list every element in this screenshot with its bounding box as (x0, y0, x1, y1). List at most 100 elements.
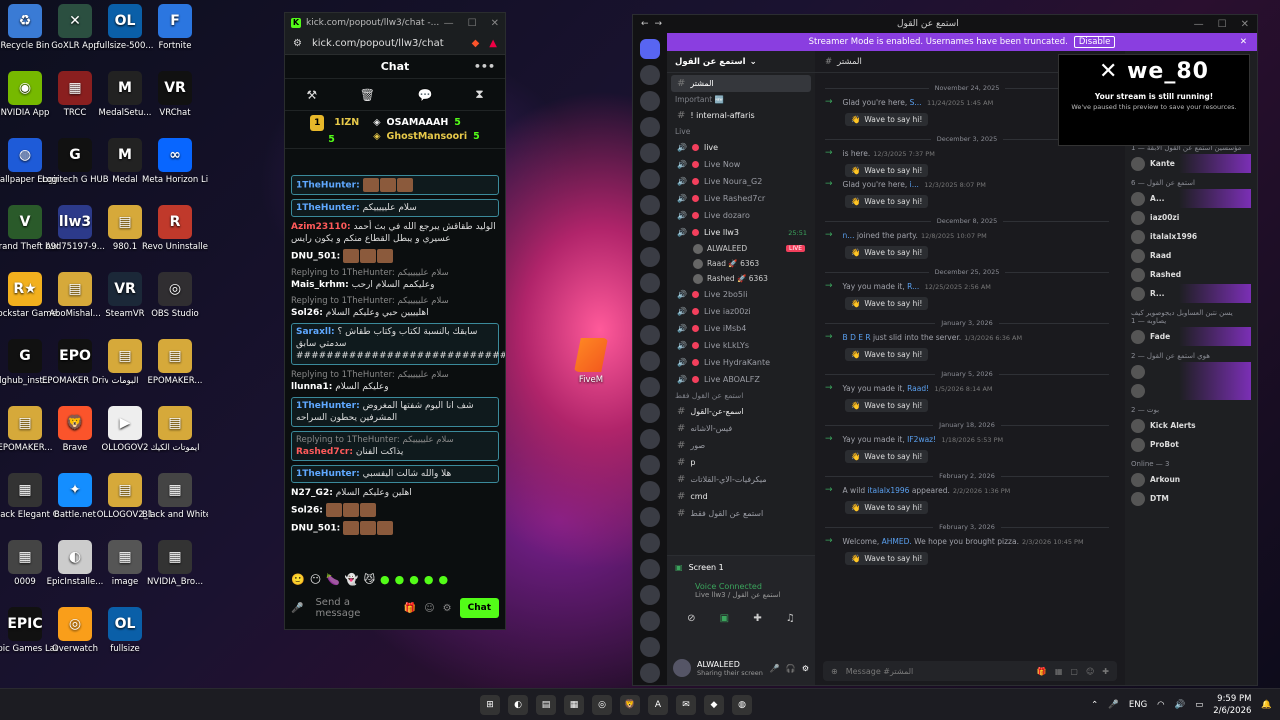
desktop-icon[interactable]: F Fortnite (142, 4, 208, 51)
mic-icon[interactable]: 🎤 (291, 603, 303, 614)
server-icon[interactable] (640, 143, 660, 163)
taskbar-app[interactable]: ◆ (704, 695, 724, 715)
taskbar-app[interactable]: ✉ (676, 695, 696, 715)
reply-context[interactable]: Replying to 1TheHunter: سلام عليييييكم (296, 434, 494, 446)
desktop-icon[interactable]: ▦ NVIDIA_Bro... (142, 540, 208, 587)
server-icon[interactable] (640, 611, 660, 631)
server-icon[interactable] (640, 65, 660, 85)
emote-icon[interactable]: ● (380, 573, 390, 589)
channel-item[interactable]: 🔊 Live llw3 25:51 (671, 224, 811, 241)
server-icon[interactable] (640, 273, 660, 293)
chat-username[interactable]: Mais_krhm: (291, 280, 349, 290)
member-name[interactable]: R... (907, 282, 919, 291)
gift-icon[interactable]: 🎁 (404, 603, 416, 614)
emote-icon[interactable]: 🍆 (326, 573, 340, 589)
member-item[interactable]: Kick Alerts (1131, 416, 1251, 435)
taskbar-app[interactable]: ▦ (564, 695, 584, 715)
member-name[interactable]: AHMED. (882, 537, 912, 546)
wave-button[interactable]: 👋 Wave to say hi! (845, 113, 929, 126)
desktop-icon[interactable]: VR VRChat (142, 71, 208, 118)
channel-item[interactable]: # استمع عن القول فقط (671, 505, 811, 522)
add-icon[interactable]: ⊕ (831, 667, 838, 676)
gift-icon[interactable]: 🎁 (1037, 667, 1047, 676)
reply-context[interactable]: Replying to 1TheHunter: سلام عليييييكم (291, 295, 499, 307)
maximize-icon[interactable]: ☐ (1218, 19, 1227, 30)
headphones-icon[interactable]: 🎧 (786, 664, 796, 673)
chat-username[interactable]: Saraxll: (296, 327, 335, 337)
server-name[interactable]: استمع عن القول ⌄ (667, 51, 815, 73)
chat-bubble-icon[interactable]: 💬 (418, 88, 433, 102)
hourglass-icon[interactable]: ⧗ (475, 87, 483, 102)
voice-user[interactable]: Rashed 🚀 6363 (671, 271, 811, 286)
channel-item[interactable]: 🔊 Live ABOALFZ (671, 371, 811, 388)
more-options-icon[interactable]: ••• (474, 60, 495, 73)
server-icon[interactable] (640, 403, 660, 423)
server-icon[interactable] (640, 585, 660, 605)
battery-icon[interactable]: ▭ (1195, 700, 1203, 710)
channel-category[interactable]: استمع عن القول فقط (671, 388, 811, 403)
camera-off-icon[interactable]: ⊘ (687, 613, 695, 624)
reply-context[interactable]: Replying to 1TheHunter: سلام عليييييكم (291, 369, 499, 381)
site-settings-icon[interactable]: ⚙ (293, 38, 302, 49)
member-item[interactable]: Kante (1131, 154, 1251, 173)
member-item[interactable]: Fade (1131, 327, 1251, 346)
desktop-icon[interactable]: OL fullsize (92, 607, 158, 654)
member-item[interactable]: italalx1996 (1131, 227, 1251, 246)
member-name[interactable]: Raad! (907, 384, 929, 393)
taskbar-app[interactable]: ◎ (592, 695, 612, 715)
gear-icon[interactable]: ⚙ (802, 664, 809, 673)
voice-user[interactable]: ALWALEED LIVE (671, 241, 811, 256)
channel-item[interactable]: 🔊 Live Rashed7cr (671, 190, 811, 207)
voice-channel-sub[interactable]: Live llw3 / استمع عن القول (667, 591, 815, 599)
mic-icon[interactable]: 🎤 (1108, 700, 1119, 710)
server-icon[interactable] (640, 169, 660, 189)
member-name[interactable]: n... (843, 231, 855, 240)
screen-share-row[interactable]: ▣ Screen 1 (667, 556, 815, 578)
server-icon[interactable] (640, 559, 660, 579)
member-item[interactable]: A... (1131, 189, 1251, 208)
wave-button[interactable]: 👋 Wave to say hi! (845, 348, 929, 361)
chat-username[interactable]: Sol26: (291, 506, 323, 516)
desktop-icon[interactable]: ∞ Meta Horizon Link (142, 138, 208, 185)
server-icon[interactable] (640, 117, 660, 137)
emote-icon[interactable]: 😼 (364, 573, 375, 589)
server-icon[interactable] (640, 637, 660, 657)
member-item[interactable]: Arkoun (1131, 470, 1251, 489)
wave-button[interactable]: 👋 Wave to say hi! (845, 195, 929, 208)
back-icon[interactable]: ← (641, 19, 649, 29)
message-input[interactable]: Message #المشتر (846, 667, 1029, 676)
reply-context[interactable]: Replying to 1TheHunter: سلام عليييييكم (291, 267, 499, 279)
emoji-icon[interactable]: ☺ (1086, 667, 1094, 676)
member-name[interactable]: B D E R (843, 333, 871, 342)
chat-username[interactable]: DNU_501: (291, 524, 340, 534)
channel-item[interactable]: # صور (671, 437, 811, 454)
clock[interactable]: 9:59 PM 2/6/2026 (1213, 693, 1251, 717)
channel-item[interactable]: # المشتر (671, 75, 811, 92)
desktop-icon[interactable]: ◎ OBS Studio (142, 272, 208, 319)
emote-icon[interactable]: ● (438, 573, 448, 589)
server-icon[interactable] (640, 299, 660, 319)
wifi-icon[interactable]: ◠ (1157, 700, 1164, 710)
emote-icon[interactable]: 😶 (310, 573, 321, 589)
hammer-icon[interactable]: ⚒ (306, 88, 317, 102)
member-name[interactable]: italalx1996 (868, 486, 910, 495)
wave-button[interactable]: 👋 Wave to say hi! (845, 501, 929, 514)
chat-username[interactable]: 1TheHunter: (296, 469, 360, 479)
send-chat-button[interactable]: Chat (459, 598, 499, 618)
member-item[interactable] (1131, 362, 1251, 381)
channel-item[interactable]: 🔊 live (671, 139, 811, 156)
channel-category[interactable]: Important 🆕 (671, 92, 811, 107)
desktop-icon[interactable]: ▤ ايموتات الكيك (142, 406, 208, 453)
minimize-icon[interactable]: — (1194, 19, 1204, 30)
channel-item[interactable]: 🔊 Live Noura_G2 (671, 173, 811, 190)
close-icon[interactable]: ✕ (1240, 37, 1247, 47)
channel-item[interactable]: 🔊 Live Now (671, 156, 811, 173)
member-item[interactable]: ProBot (1131, 435, 1251, 454)
channel-item[interactable]: 🔊 Live 2bo5li (671, 286, 811, 303)
channel-item[interactable]: # cmd (671, 488, 811, 505)
emote-icon[interactable]: ● (395, 573, 405, 589)
share-screen-icon[interactable]: ▣ (720, 613, 729, 624)
maximize-icon[interactable]: ☐ (468, 18, 477, 29)
emote-picker-icon[interactable]: ☺ (424, 603, 434, 614)
wave-button[interactable]: 👋 Wave to say hi! (845, 399, 929, 412)
